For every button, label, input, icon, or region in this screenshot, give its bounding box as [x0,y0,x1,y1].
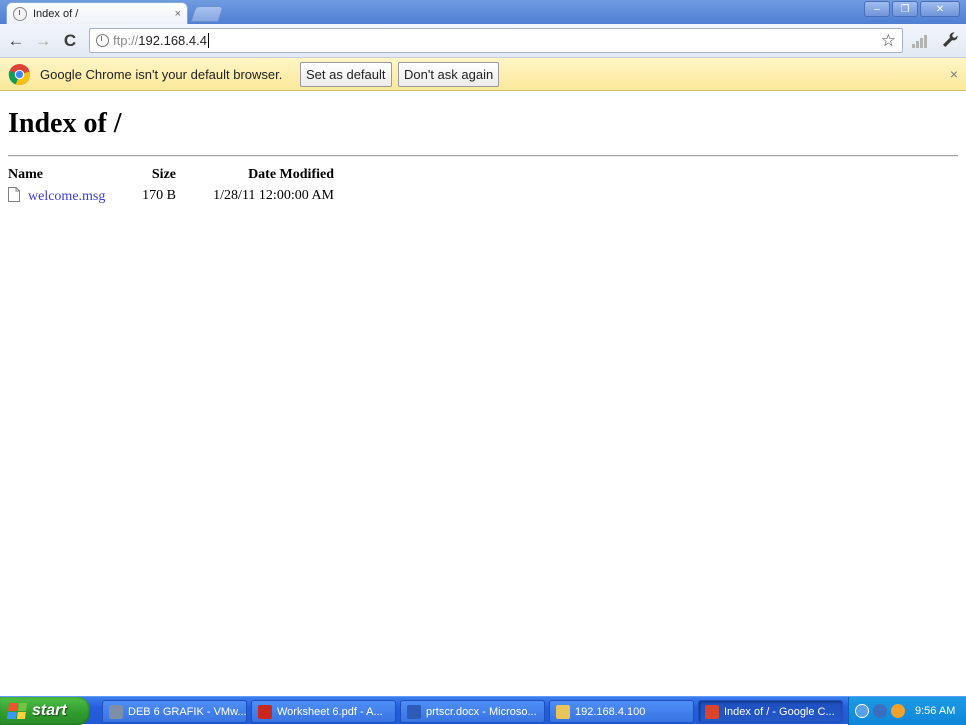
reload-button[interactable]: C [59,30,81,52]
tab-index[interactable]: Index of / × [6,2,188,24]
text-caret [207,33,209,48]
infobar-message: Google Chrome isn't your default browser… [40,67,283,82]
column-header-size[interactable]: Size [128,167,176,186]
word-document-icon [407,704,421,719]
infobar-close-icon[interactable]: × [950,66,958,82]
taskbar-item-chrome[interactable]: Index of / - Google C... [698,700,843,723]
taskbar-item-label: prtscr.docx - Microso... [426,705,537,718]
directory-listing: Name Size Date Modified welcome.msg 170 … [8,167,334,205]
address-host: 192.168.4.4 [138,33,207,48]
pdf-icon [258,704,272,719]
system-tray: 9:56 AM [848,697,966,725]
address-scheme: ftp:// [113,33,139,48]
back-button[interactable]: ← [5,30,27,52]
folder-icon [556,704,570,719]
file-date-cell: 1/28/11 12:00:00 AM [213,187,334,203]
column-header-date[interactable]: Date Modified [176,167,334,186]
taskbar-item-pdf[interactable]: Worksheet 6.pdf - A... [251,700,396,723]
wrench-menu-icon[interactable] [940,30,960,50]
file-icon [8,186,20,202]
tray-network-icon[interactable] [873,704,887,718]
page-title: Index of / [8,108,122,139]
listing-header-row: Name Size Date Modified [8,167,334,186]
window-controls: – ❐ ✕ [864,1,960,17]
taskbar-item-word[interactable]: prtscr.docx - Microso... [400,700,545,723]
taskbar-item-label: Worksheet 6.pdf - A... [277,705,383,718]
page-loading-icon [13,6,27,21]
new-tab-button[interactable] [190,6,224,22]
file-row: welcome.msg 170 B 1/28/11 12:00:00 AM [8,186,334,205]
start-label: start [32,702,67,719]
horizontal-rule [8,155,958,157]
set-as-default-button[interactable]: Set as default [300,62,392,87]
address-bar[interactable]: ftp://192.168.4.4 ☆ [89,28,903,53]
windows-taskbar: start DEB 6 GRAFIK - VMw... Worksheet 6.… [0,696,966,725]
restore-button[interactable]: ❐ [892,1,918,17]
tab-close-icon[interactable]: × [175,8,181,20]
tray-update-icon[interactable] [891,704,905,718]
file-link[interactable]: welcome.msg [28,189,105,204]
taskbar-item-folder[interactable]: 192.168.4.100 [549,700,694,723]
page-content: Index of / Name Size Date Modified welco… [0,92,966,696]
dont-ask-again-button[interactable]: Don't ask again [398,62,500,87]
chrome-logo-icon [8,63,31,86]
forward-button[interactable]: → [32,30,54,52]
column-header-name[interactable]: Name [8,167,128,186]
close-window-button[interactable]: ✕ [920,1,960,17]
file-size-cell: 170 B [142,187,176,203]
tray-clock: 9:56 AM [915,705,956,717]
minimize-button[interactable]: – [864,1,890,17]
window-title-bar: Index of / × – ❐ ✕ [0,0,966,24]
bookmark-star-icon[interactable]: ☆ [881,31,896,51]
windows-logo-icon [6,703,28,719]
vmware-icon [109,704,123,719]
chrome-icon [705,704,719,719]
taskbar-item-label: DEB 6 GRAFIK - VMw... [128,705,247,718]
file-name-cell: welcome.msg [8,186,128,205]
tray-expand-icon[interactable] [855,704,869,718]
start-button[interactable]: start [0,697,90,725]
page-info-icon[interactable] [96,34,109,47]
tab-title: Index of / [33,7,79,20]
taskbar-item-label: Index of / - Google C... [724,705,835,718]
page-action-bars-icon[interactable] [912,34,928,48]
browser-toolbar: ← → C ftp://192.168.4.4 ☆ [0,24,966,58]
default-browser-infobar: Google Chrome isn't your default browser… [0,58,966,91]
taskbar-item-label: 192.168.4.100 [575,705,646,718]
taskbar-item-vmware[interactable]: DEB 6 GRAFIK - VMw... [102,700,247,723]
